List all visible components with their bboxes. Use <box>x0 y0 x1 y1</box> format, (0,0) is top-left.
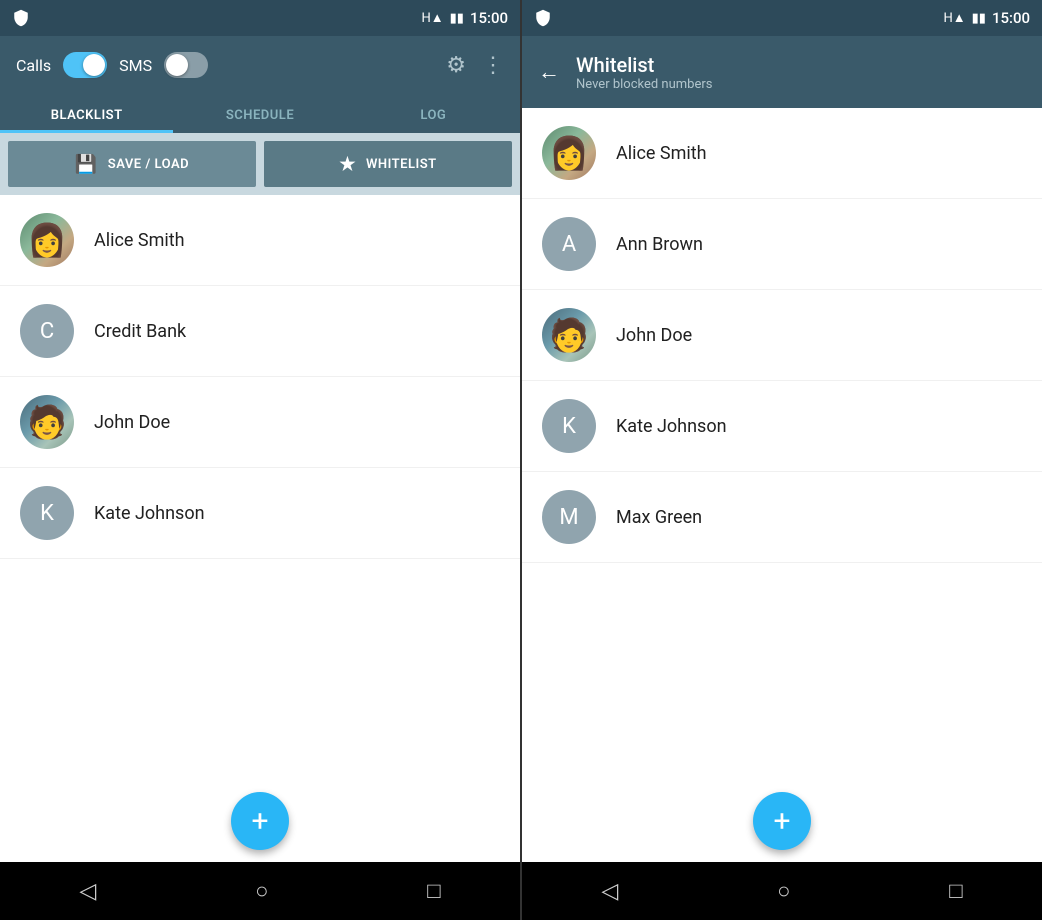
avatar <box>542 308 596 362</box>
avatar <box>542 126 596 180</box>
contact-name: Credit Bank <box>94 321 186 342</box>
whitelist-label: WHITELIST <box>366 157 437 172</box>
avatar <box>20 213 74 267</box>
tab-schedule[interactable]: SCHEDULE <box>173 94 346 133</box>
more-options-icon[interactable]: ⋮ <box>482 53 504 78</box>
signal-icon: H▲ <box>421 10 443 26</box>
battery-icon-right: ▮▮ <box>972 11 986 26</box>
action-buttons: 💾 SAVE / LOAD ★ WHITELIST <box>0 133 520 195</box>
list-item[interactable]: K Kate Johnson <box>0 468 520 559</box>
back-nav-icon[interactable]: ◁ <box>79 879 96 904</box>
contact-name: Max Green <box>616 507 702 528</box>
whitelist-title: Whitelist <box>576 53 712 77</box>
recent-nav-icon[interactable]: □ <box>427 878 440 904</box>
sms-toggle[interactable] <box>164 52 208 78</box>
left-status-right: H▲ ▮▮ 15:00 <box>421 9 508 27</box>
status-time: 15:00 <box>470 9 508 27</box>
avatar: M <box>542 490 596 544</box>
avatar: K <box>20 486 74 540</box>
right-status-bar: H▲ ▮▮ 15:00 <box>522 0 1042 36</box>
whitelist-button[interactable]: ★ WHITELIST <box>264 141 512 187</box>
contact-name: John Doe <box>616 325 692 346</box>
save-load-label: SAVE / LOAD <box>108 157 189 172</box>
left-status-bar: H▲ ▮▮ 15:00 <box>0 0 520 36</box>
list-item[interactable]: Alice Smith <box>522 108 1042 199</box>
right-status-left <box>534 9 552 27</box>
tab-blacklist-label: BLACKLIST <box>51 108 123 123</box>
add-icon-right: + <box>773 804 790 839</box>
tab-blacklist[interactable]: BLACKLIST <box>0 94 173 133</box>
contact-name: Ann Brown <box>616 234 703 255</box>
app-header: Calls SMS ⚙ ⋮ <box>0 36 520 94</box>
contact-name: John Doe <box>94 412 170 433</box>
header-icons: ⚙ ⋮ <box>446 53 504 78</box>
left-phone-panel: H▲ ▮▮ 15:00 Calls SMS ⚙ ⋮ BLACKLIST SCHE… <box>0 0 520 920</box>
settings-icon[interactable]: ⚙ <box>446 53 466 78</box>
add-fab-button[interactable]: + <box>231 792 289 850</box>
whitelist-title-block: Whitelist Never blocked numbers <box>576 53 712 92</box>
status-time-right: 15:00 <box>992 9 1030 27</box>
home-nav-icon[interactable]: ○ <box>255 878 268 904</box>
list-item[interactable]: C Credit Bank <box>0 286 520 377</box>
list-item[interactable]: Alice Smith <box>0 195 520 286</box>
left-nav-bar: ◁ ○ □ <box>0 862 520 920</box>
whitelist-header: ← Whitelist Never blocked numbers <box>522 36 1042 108</box>
list-item[interactable]: John Doe <box>522 290 1042 381</box>
battery-icon: ▮▮ <box>450 11 464 26</box>
avatar: K <box>542 399 596 453</box>
add-whitelist-fab-button[interactable]: + <box>753 792 811 850</box>
blacklist-contact-list: Alice Smith C Credit Bank John Doe K Kat… <box>0 195 520 862</box>
whitelist-contact-list: Alice Smith A Ann Brown John Doe K Kate … <box>522 108 1042 862</box>
right-nav-bar: ◁ ○ □ <box>522 862 1042 920</box>
home-nav-icon-right[interactable]: ○ <box>777 878 790 904</box>
save-icon: 💾 <box>75 154 98 175</box>
contact-name: Alice Smith <box>616 143 707 164</box>
whitelist-subtitle: Never blocked numbers <box>576 77 712 92</box>
recent-nav-icon-right[interactable]: □ <box>949 878 962 904</box>
tab-log[interactable]: LOG <box>347 94 520 133</box>
contact-name: Kate Johnson <box>616 416 727 437</box>
save-load-button[interactable]: 💾 SAVE / LOAD <box>8 141 256 187</box>
list-item[interactable]: M Max Green <box>522 472 1042 563</box>
shield-icon-right <box>534 9 552 27</box>
shield-icon <box>12 9 30 27</box>
back-button[interactable]: ← <box>538 59 560 85</box>
calls-label: Calls <box>16 56 51 75</box>
sms-toggle-knob <box>166 54 188 76</box>
list-item[interactable]: John Doe <box>0 377 520 468</box>
calls-toggle[interactable] <box>63 52 107 78</box>
avatar <box>20 395 74 449</box>
add-icon: + <box>251 804 268 839</box>
tab-log-label: LOG <box>420 108 446 123</box>
contact-name: Alice Smith <box>94 230 185 251</box>
back-nav-icon-right[interactable]: ◁ <box>601 879 618 904</box>
avatar: A <box>542 217 596 271</box>
header-left: Calls SMS <box>16 52 208 78</box>
avatar: C <box>20 304 74 358</box>
right-phone-panel: H▲ ▮▮ 15:00 ← Whitelist Never blocked nu… <box>522 0 1042 920</box>
star-icon: ★ <box>339 154 356 175</box>
left-status-left <box>12 9 30 27</box>
tabs-bar: BLACKLIST SCHEDULE LOG <box>0 94 520 133</box>
list-item[interactable]: K Kate Johnson <box>522 381 1042 472</box>
right-status-right: H▲ ▮▮ 15:00 <box>943 9 1030 27</box>
list-item[interactable]: A Ann Brown <box>522 199 1042 290</box>
contact-name: Kate Johnson <box>94 503 205 524</box>
sms-label: SMS <box>119 56 152 75</box>
calls-toggle-knob <box>83 54 105 76</box>
tab-schedule-label: SCHEDULE <box>226 108 294 123</box>
signal-icon-right: H▲ <box>943 10 965 26</box>
